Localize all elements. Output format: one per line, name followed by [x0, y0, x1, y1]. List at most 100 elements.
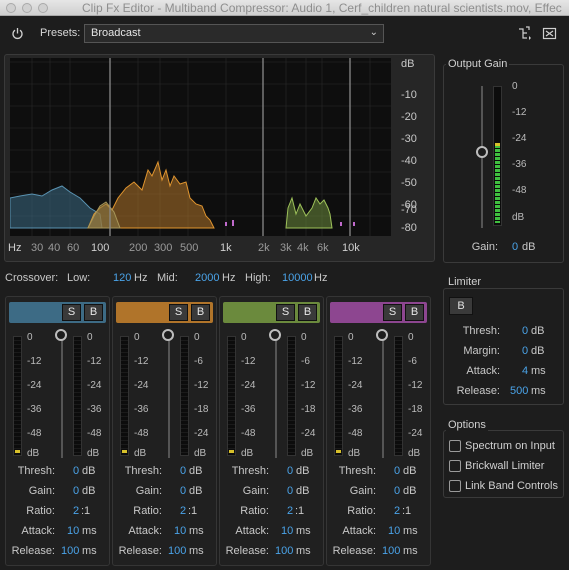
spectrum-band-1 — [10, 185, 103, 229]
band-1-threshold-slider-knob[interactable] — [55, 329, 67, 341]
band-3-release-unit: ms — [296, 545, 311, 557]
crossover-mid-value[interactable]: 2000 — [195, 272, 219, 284]
crossover-low-value[interactable]: 120 — [113, 272, 131, 284]
band-4-attack-unit: ms — [403, 525, 418, 537]
band-3-attack-value[interactable]: 10 — [281, 525, 293, 537]
band-3-input-meter — [227, 336, 236, 456]
band-4-gain-value[interactable]: 0 — [394, 485, 400, 497]
band-1-threshold-slider-track[interactable] — [61, 336, 63, 458]
spectrum-on-input-checkbox[interactable] — [449, 440, 461, 452]
band-4-bypass-button[interactable]: B — [405, 304, 424, 321]
minimize-window-button[interactable] — [22, 3, 32, 13]
band-3-ratio-unit: :1 — [295, 505, 305, 517]
band-4-release-value[interactable]: 100 — [382, 545, 400, 557]
limiter-attack-unit: ms — [531, 365, 546, 377]
band-1-gain-scale: -48 — [87, 428, 102, 439]
band-3-ratio-value[interactable]: 2 — [287, 505, 293, 517]
limiter-attack-value[interactable]: 4 — [522, 365, 528, 377]
output-scale: -12 — [512, 107, 527, 118]
limiter-bypass-button[interactable]: B — [449, 297, 473, 315]
band-1-solo-button[interactable]: S — [62, 304, 81, 321]
output-gain-panel — [443, 64, 564, 263]
band-2-ratio-value[interactable]: 2 — [180, 505, 186, 517]
limiter-margin-value[interactable]: 0 — [522, 345, 528, 357]
output-gain-value[interactable]: 0 — [512, 241, 518, 253]
band-1-gain-unit: dB — [82, 485, 96, 497]
band-2-gain-value[interactable]: 0 — [180, 485, 186, 497]
band-4-attack-value[interactable]: 10 — [388, 525, 400, 537]
band-4-threshold-slider-track[interactable] — [382, 336, 384, 458]
band-1-gain-value[interactable]: 0 — [73, 485, 79, 497]
brickwall-limiter-checkbox[interactable] — [449, 460, 461, 472]
close-window-button[interactable] — [6, 3, 16, 13]
limiter-release-unit: ms — [531, 385, 546, 397]
band-2-threshold-slider-track[interactable] — [168, 336, 170, 458]
power-icon[interactable] — [11, 27, 24, 40]
band-3-thresh-unit: dB — [296, 465, 310, 477]
band-2-attack-value[interactable]: 10 — [174, 525, 186, 537]
band-4-ratio-value[interactable]: 2 — [394, 505, 400, 517]
band-1-input-scale: -48 — [27, 428, 42, 439]
brickwall-limiter-label[interactable]: Brickwall Limiter — [465, 460, 544, 472]
band-3-input-scale: dB — [241, 448, 254, 459]
zoom-window-button[interactable] — [38, 3, 48, 13]
band-2-thresh-value[interactable]: 0 — [180, 465, 186, 477]
hz-label: 60 — [67, 242, 80, 254]
output-gain-slider-knob[interactable] — [476, 146, 488, 158]
hz-label: 40 — [48, 242, 61, 254]
band-1-attack-value[interactable]: 10 — [67, 525, 79, 537]
band-2-gain-scale: -18 — [194, 404, 209, 415]
band-1-bypass-button[interactable]: B — [84, 304, 103, 321]
link-band-controls-label[interactable]: Link Band Controls — [465, 480, 558, 492]
spectrum-on-input-label[interactable]: Spectrum on Input — [465, 440, 555, 452]
crossover-high-label: High: — [245, 272, 271, 284]
band-2-bypass-button[interactable]: B — [191, 304, 210, 321]
band-2-gain-scale: -6 — [194, 356, 203, 367]
crossover-high-value[interactable]: 10000 — [282, 272, 313, 284]
band-3-solo-button[interactable]: S — [276, 304, 295, 321]
band-2-gain-unit: dB — [189, 485, 203, 497]
band-4-thresh-label: Thresh: — [338, 465, 376, 477]
band-3-bypass-button[interactable]: B — [298, 304, 317, 321]
band-3-gain-scale: 0 — [301, 332, 307, 343]
band-2-input-scale: -24 — [134, 380, 149, 391]
band-2-release-value[interactable]: 100 — [168, 545, 186, 557]
band-3-gain-value[interactable]: 0 — [287, 485, 293, 497]
band-3-release-value[interactable]: 100 — [275, 545, 293, 557]
band-4-solo-button[interactable]: S — [383, 304, 402, 321]
output-scale: dB — [512, 212, 525, 223]
band-1-input-scale: -24 — [27, 380, 42, 391]
band-2-threshold-slider-knob[interactable] — [162, 329, 174, 341]
band-3-attack-label: Attack: — [235, 525, 269, 537]
band-1-thresh-label: Thresh: — [17, 465, 55, 477]
band-3-threshold-slider-knob[interactable] — [269, 329, 281, 341]
band-4-gain-meter — [394, 336, 403, 456]
presets-dropdown[interactable]: Broadcast ⌄ — [84, 24, 384, 43]
band-4-threshold-slider-knob[interactable] — [376, 329, 388, 341]
band-3-input-scale: -24 — [241, 380, 256, 391]
limiter-release-value[interactable]: 500 — [510, 385, 528, 397]
band-2-header: S B — [116, 302, 213, 323]
band-2-solo-button[interactable]: S — [169, 304, 188, 321]
close-box-icon[interactable] — [542, 26, 557, 41]
band-4-gain-scale: dB — [408, 448, 421, 459]
band-1-thresh-value[interactable]: 0 — [73, 465, 79, 477]
band-1-release-value[interactable]: 100 — [61, 545, 79, 557]
band-1-input-meter — [13, 336, 22, 456]
routing-icon[interactable] — [517, 26, 532, 41]
band-1-gain-label: Gain: — [28, 485, 55, 497]
link-band-controls-checkbox[interactable] — [449, 480, 461, 492]
hz-label: 300 — [154, 242, 173, 254]
db-label: -10 — [401, 89, 417, 101]
limiter-thresh-value[interactable]: 0 — [522, 325, 528, 337]
spectrum-band-3 — [285, 196, 333, 229]
band-4-input-meter — [334, 336, 343, 456]
band-1-ratio-value[interactable]: 2 — [73, 505, 79, 517]
band-4-input-scale: 0 — [348, 332, 354, 343]
band-4-thresh-value[interactable]: 0 — [394, 465, 400, 477]
spectrum-display[interactable] — [10, 58, 391, 236]
band-3-threshold-slider-track[interactable] — [275, 336, 277, 458]
db-label: -80 — [401, 222, 417, 234]
band-3-thresh-value[interactable]: 0 — [287, 465, 293, 477]
band-1-gain-scale: -12 — [87, 356, 102, 367]
